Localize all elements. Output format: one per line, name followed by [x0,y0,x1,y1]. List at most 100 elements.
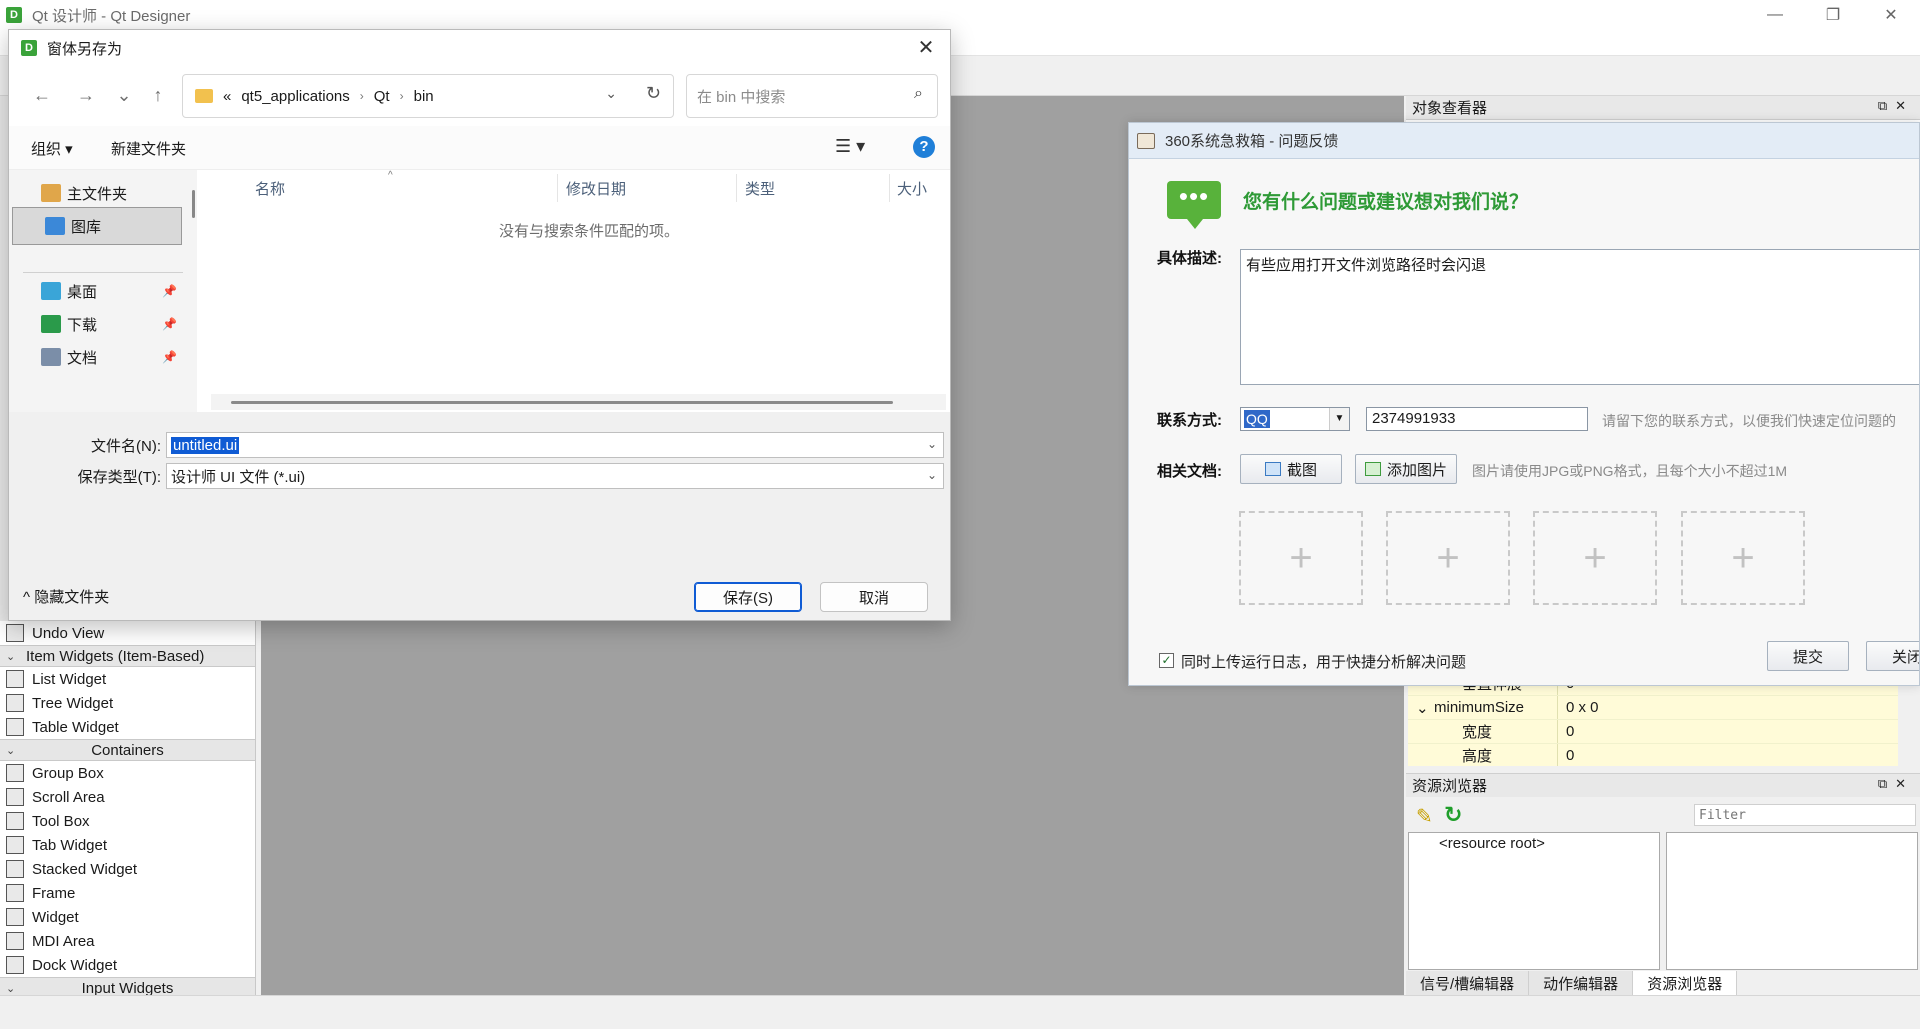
save-button[interactable]: 保存(S) [694,582,802,612]
resource-list[interactable] [1666,832,1918,970]
close-window-button[interactable]: ✕ [1862,0,1920,30]
column-header-modified[interactable]: 修改日期 [566,178,626,199]
widget-item-scroll-area[interactable]: Scroll Area [0,785,255,809]
property-row[interactable]: ⌄ minimumSize 0 x 0 [1408,696,1898,720]
edit-resources-icon[interactable]: ✎ [1416,804,1433,829]
dock-float-close-icons[interactable]: ⧉✕ [1878,98,1914,114]
restore-button[interactable]: ❐ [1804,0,1862,30]
minimize-button[interactable]: — [1746,0,1804,30]
widget-item-widget[interactable]: Widget [0,905,255,929]
breadcrumb-prefix[interactable]: « [223,88,231,105]
breadcrumb-qt5-applications[interactable]: qt5_applications [241,88,349,105]
close-dialog-button[interactable]: ✕ [912,36,940,60]
submit-button[interactable]: 提交 [1767,641,1849,671]
filename-label: 文件名(N): [91,438,161,455]
screenshot-button[interactable]: 截图 [1240,454,1342,484]
nav-item-gallery[interactable]: 图库 [12,207,182,245]
dock-tab-3[interactable]: 资源浏览器 [1633,971,1738,995]
add-image-button[interactable]: 添加图片 [1355,454,1457,484]
chevron-down-icon[interactable]: ⌄ [6,744,15,757]
filename-input[interactable]: untitled.ui ⌄ [166,432,944,458]
widget-item-mdi-area[interactable]: MDI Area [0,929,255,953]
chevron-down-icon[interactable]: ⌄ [1416,699,1429,717]
widget-item-tool-box[interactable]: Tool Box [0,809,255,833]
column-divider[interactable] [557,174,558,202]
image-slot-1[interactable]: + [1239,511,1363,605]
column-divider[interactable] [889,174,890,202]
contact-input[interactable]: 2374991933 [1366,407,1588,431]
hide-folders-toggle[interactable]: ^ 隐藏文件夹 [23,586,109,607]
new-folder-button[interactable]: 新建文件夹 [111,138,186,159]
description-textarea[interactable]: 有些应用打开文件浏览路径时会闪退 [1240,249,1919,385]
view-options-icon[interactable]: ☰ ▾ [835,136,865,157]
dock-tab-2[interactable]: 动作编辑器 [1529,971,1634,995]
address-bar[interactable]: « qt5_applications › Qt › bin ⌄ ↻ [182,74,674,118]
widget-item-frame[interactable]: Frame [0,881,255,905]
property-name-text: minimumSize [1434,699,1525,716]
horizontal-scrollbar-thumb[interactable] [231,401,893,404]
widget-item-dock-widget[interactable]: Dock Widget [0,953,255,977]
chevron-down-icon[interactable]: ▼ [1329,408,1349,430]
dock-tab-1[interactable]: 信号/槽编辑器 [1406,971,1530,995]
chevron-down-icon[interactable]: ⌄ [927,437,937,451]
chevron-down-icon[interactable]: ⌄ [6,650,15,663]
property-value[interactable]: 0 x 0 [1558,696,1898,719]
property-value[interactable]: 0 [1558,720,1898,743]
widget-item-table-widget[interactable]: Table Widget [0,715,255,739]
widget-item-label: Dock Widget [32,956,118,974]
widget-box-strip [0,96,8,621]
reload-icon[interactable]: ↻ [1444,802,1462,828]
widget-item-label: Stacked Widget [32,860,138,878]
widget-item-tab-widget[interactable]: Tab Widget [0,833,255,857]
image-slot-2[interactable]: + [1386,511,1510,605]
contact-label: 联系方式: [1157,412,1222,429]
widget-item-list-widget[interactable]: List Widget [0,667,255,691]
tool-box-icon [6,812,24,830]
widget-item-tree-widget[interactable]: Tree Widget [0,691,255,715]
widget-item-stacked-widget[interactable]: Stacked Widget [0,857,255,881]
search-icon[interactable]: ⌕ [914,85,923,103]
chevron-down-icon[interactable]: ⌄ [927,468,937,482]
up-folder-button[interactable]: ↑ [145,82,171,108]
refresh-icon[interactable]: ↻ [646,83,661,104]
property-row[interactable]: 宽度 0 [1408,720,1898,744]
widget-category-containers[interactable]: ⌄ Containers [0,739,255,761]
recent-locations-button[interactable]: ⌄ [111,82,137,108]
widget-category-input-widgets[interactable]: ⌄ Input Widgets [0,977,255,995]
chevron-down-icon[interactable]: ⌄ [605,85,617,102]
filetype-select[interactable]: 设计师 UI 文件 (*.ui) ⌄ [166,463,944,489]
chevron-down-icon[interactable]: ⌄ [6,982,15,995]
property-value[interactable]: 0 [1558,744,1898,766]
column-header-size[interactable]: 大小 [897,178,927,199]
image-slot-3[interactable]: + [1533,511,1657,605]
breadcrumb-bin[interactable]: bin [414,88,434,105]
resource-filter-input[interactable] [1694,804,1916,826]
widget-category-item-widgets-item-based[interactable]: ⌄ Item Widgets (Item-Based) [0,645,255,667]
cancel-button[interactable]: 取消 [820,582,928,612]
upload-log-checkbox[interactable]: ✓ [1159,653,1174,668]
widget-item-group-box[interactable]: Group Box [0,761,255,785]
pin-icon[interactable]: 📌 [162,350,177,364]
widget-item-undo-view[interactable]: Undo View [0,621,255,645]
search-box[interactable]: 在 bin 中搜索 ⌕ [686,74,938,118]
column-header-name[interactable]: 名称 [255,178,285,199]
property-row[interactable]: 高度 0 [1408,744,1898,766]
image-slot-4[interactable]: + [1681,511,1805,605]
pin-icon[interactable]: 📌 [162,317,177,331]
resource-tree[interactable]: <resource root> [1408,832,1660,970]
breadcrumb-qt[interactable]: Qt [374,88,390,105]
column-divider[interactable] [736,174,737,202]
organize-button[interactable]: 组织 ▾ [31,138,73,159]
nav-item-document[interactable]: 文档 📌 [9,338,197,376]
back-button[interactable]: ← [29,82,55,108]
column-header-type[interactable]: 类型 [745,178,775,199]
resource-root-item[interactable]: <resource root> [1439,835,1545,852]
dock-float-close-icons[interactable]: ⧉✕ [1878,776,1914,792]
add-image-button-label: 添加图片 [1386,461,1447,479]
contact-type-select[interactable]: QQ ▼ [1240,407,1350,431]
pin-icon[interactable]: 📌 [162,284,177,298]
close-feedback-button[interactable]: 关闭 [1866,641,1919,671]
gallery-icon [45,217,65,235]
forward-button[interactable]: → [73,82,99,108]
help-icon[interactable]: ? [913,136,935,158]
